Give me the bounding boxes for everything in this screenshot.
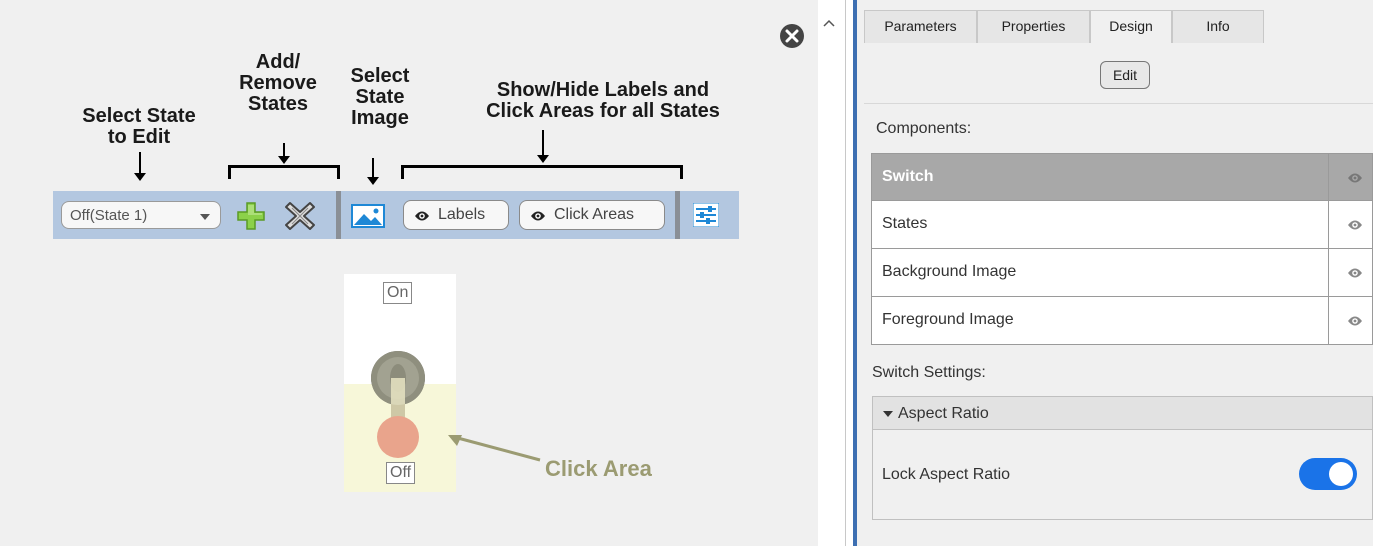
remove-icon[interactable] (284, 200, 316, 237)
eye-icon (530, 209, 546, 227)
divider (864, 103, 1373, 104)
edit-button[interactable]: Edit (1100, 61, 1150, 89)
annotation-arrow-show-hide (537, 130, 549, 163)
panel-divider (845, 0, 846, 546)
click-areas-toggle-button[interactable]: Click Areas (519, 200, 665, 230)
aspect-ratio-section-header[interactable]: Aspect Ratio (872, 396, 1373, 430)
lock-aspect-ratio-toggle[interactable] (1299, 458, 1357, 490)
annotation-arrow-select-image (367, 158, 379, 185)
visibility-eye-icon[interactable] (1347, 314, 1363, 332)
property-panel: Parameters Properties Design Info Edit C… (857, 0, 1373, 546)
annotation-show-hide: Show/Hide Labels and Click Areas for all… (486, 79, 720, 122)
annotation-arrow-select-state (134, 152, 146, 181)
component-name: Foreground Image (882, 311, 1014, 328)
add-icon[interactable] (236, 201, 266, 236)
state-label-off: Off (386, 462, 416, 484)
component-name: States (882, 215, 928, 232)
close-icon[interactable] (780, 24, 804, 48)
component-row-background-image[interactable]: Background Image (871, 249, 1373, 297)
column-divider (1328, 297, 1329, 344)
components-list: Switch States Background Image Foregroun… (871, 153, 1373, 345)
component-name: Switch (882, 168, 934, 185)
annotation-bracket-show-hide (401, 165, 683, 179)
eye-icon (414, 209, 430, 227)
column-divider (1328, 249, 1329, 296)
column-divider (1328, 154, 1329, 200)
components-label: Components: (876, 120, 972, 137)
settings-sliders-icon[interactable] (692, 202, 720, 232)
component-row-switch[interactable]: Switch (871, 153, 1373, 201)
state-select-dropdown[interactable]: Off(State 1) (61, 201, 221, 229)
annotation-add-remove: Add/ Remove States (239, 51, 317, 115)
visibility-eye-icon[interactable] (1347, 266, 1363, 284)
click-area-callout-arrow (448, 435, 541, 462)
visibility-eye-icon[interactable] (1347, 171, 1363, 189)
tab-parameters[interactable]: Parameters (864, 10, 977, 43)
annotation-select-image: Select State Image (350, 65, 410, 129)
switch-settings-label: Switch Settings: (872, 364, 986, 381)
toggle-knob (1329, 462, 1353, 486)
visibility-eye-icon[interactable] (1347, 218, 1363, 236)
lock-aspect-ratio-label: Lock Aspect Ratio (882, 466, 1011, 483)
tab-info[interactable]: Info (1172, 10, 1264, 43)
image-icon[interactable] (351, 204, 385, 233)
state-select-value: Off(State 1) (70, 207, 148, 224)
state-toolbar: Off(State 1) Labels Click Areas (53, 191, 739, 239)
annotation-click-area: Click Area (545, 456, 652, 481)
component-row-foreground-image[interactable]: Foreground Image (871, 297, 1373, 345)
triangle-down-icon (883, 410, 893, 417)
labels-toggle-button[interactable]: Labels (403, 200, 509, 230)
click-areas-button-label: Click Areas (554, 206, 635, 223)
aspect-ratio-header-label: Aspect Ratio (898, 405, 989, 422)
labels-button-label: Labels (438, 206, 486, 223)
collapse-icon[interactable] (818, 10, 840, 34)
annotation-select-state: Select State to Edit (82, 105, 196, 148)
column-divider (1328, 201, 1329, 248)
toolbar-separator (675, 191, 680, 239)
state-label-on: On (383, 282, 413, 304)
tab-properties[interactable]: Properties (977, 10, 1090, 43)
component-name: Background Image (882, 263, 1017, 280)
editor-canvas: Select State to Edit Add/ Remove States … (0, 0, 818, 546)
component-row-states[interactable]: States (871, 201, 1373, 249)
switch-preview: On Off (344, 274, 456, 492)
annotation-arrow-add-remove (278, 143, 290, 164)
chevron-down-icon (200, 214, 210, 220)
annotation-bracket-add-remove (228, 165, 340, 179)
toolbar-separator (336, 191, 341, 239)
tab-design[interactable]: Design (1090, 10, 1172, 43)
toggle-switch-image (371, 351, 425, 458)
